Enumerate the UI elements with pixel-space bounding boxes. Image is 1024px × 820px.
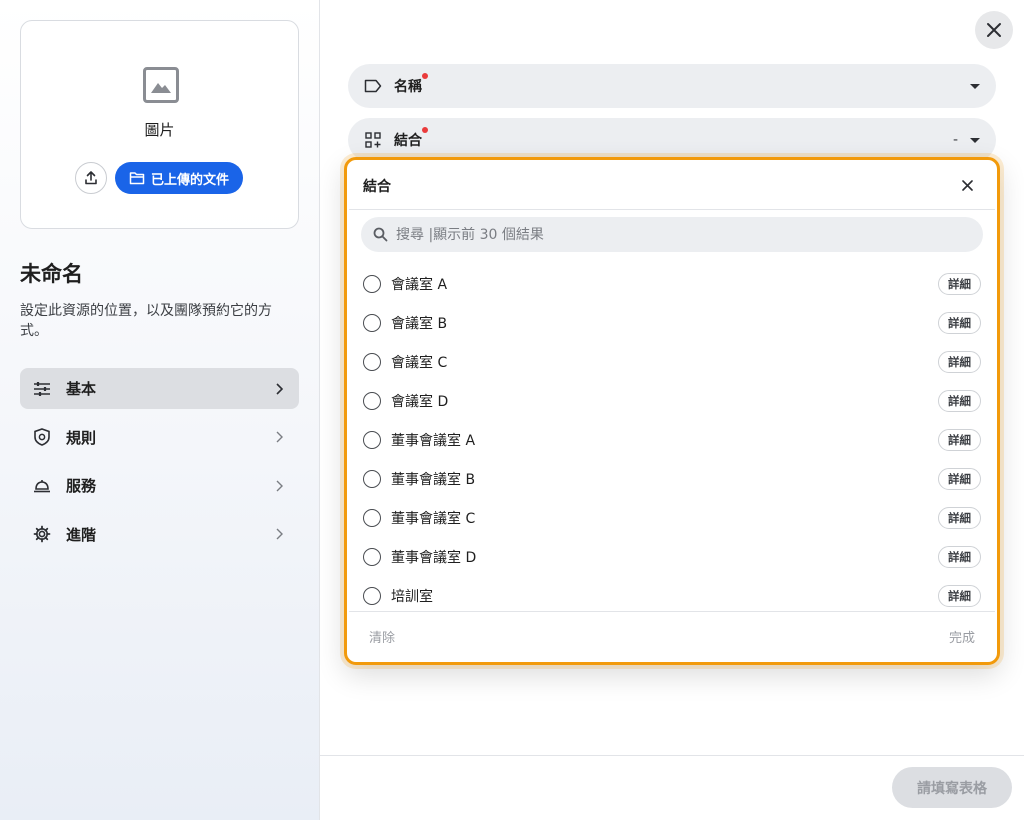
name-field[interactable]: 名稱	[348, 64, 996, 108]
list-item-label: 培訓室	[391, 588, 433, 605]
grid-add-icon	[364, 131, 382, 149]
nav-item-services[interactable]: 服務	[20, 465, 299, 506]
list-item[interactable]: 培訓室 詳細	[349, 576, 995, 615]
radio-button[interactable]	[363, 469, 381, 488]
footer-divider	[320, 755, 1024, 756]
detail-button[interactable]: 詳細	[938, 467, 981, 490]
nav-label: 服務	[66, 477, 97, 495]
detail-button[interactable]: 詳細	[938, 350, 981, 373]
list-item[interactable]: 會議室 C 詳細	[349, 342, 995, 381]
radio-button[interactable]	[363, 313, 381, 332]
combine-field-label: 結合	[394, 127, 428, 150]
close-icon	[961, 180, 973, 191]
detail-button[interactable]: 詳細	[938, 584, 981, 607]
chevron-right-icon	[271, 429, 287, 445]
list-item-label: 會議室 A	[391, 276, 448, 293]
list-item[interactable]: 董事會議室 A 詳細	[349, 420, 995, 459]
settings-nav: 基本 規則 服務 進階	[20, 368, 299, 562]
radio-button[interactable]	[363, 391, 381, 410]
upload-button[interactable]	[75, 162, 107, 194]
required-indicator	[422, 127, 428, 133]
submit-button[interactable]: 請填寫表格	[892, 767, 1012, 808]
clear-button[interactable]: 清除	[369, 627, 949, 646]
chevron-right-icon	[271, 478, 287, 494]
list-item[interactable]: 會議室 D 詳細	[349, 381, 995, 420]
detail-button[interactable]: 詳細	[938, 389, 981, 412]
popup-close-button[interactable]	[959, 178, 975, 194]
radio-button[interactable]	[363, 586, 381, 605]
nav-label: 進階	[66, 525, 97, 544]
chevron-right-icon	[271, 381, 287, 397]
resource-description: 設定此資源的位置，以及團隊預約它的方式。	[20, 303, 272, 339]
close-dialog-button[interactable]	[975, 11, 1013, 49]
name-field-label-text: 名稱	[394, 79, 422, 95]
name-field-label: 名稱	[394, 73, 428, 96]
shield-icon	[32, 427, 52, 447]
sliders-icon	[32, 379, 52, 399]
image-card: 圖片 已上傳的文件	[20, 20, 299, 229]
radio-button[interactable]	[363, 430, 381, 449]
nav-item-advanced[interactable]: 進階	[20, 514, 299, 555]
uploaded-files-label: 已上傳的文件	[151, 172, 230, 188]
upload-icon	[85, 171, 97, 185]
image-placeholder-icon	[143, 67, 179, 103]
detail-button[interactable]: 詳細	[938, 311, 981, 334]
detail-button[interactable]: 詳細	[938, 272, 981, 295]
popup-footer: 清除 完成	[349, 611, 995, 660]
popup-header: 結合	[349, 162, 995, 210]
dropdown-caret-icon	[970, 137, 980, 143]
combine-field-value: -	[952, 132, 958, 148]
search-bar	[361, 217, 983, 252]
search-input[interactable]	[396, 226, 971, 243]
list-item-label: 董事會議室 D	[391, 549, 477, 566]
nav-label: 規則	[66, 428, 97, 447]
left-panel: 圖片 已上傳的文件 未命名 設定此資源的位置，以及團隊預約它的方式。 基本 規則…	[0, 0, 320, 820]
radio-button[interactable]	[363, 352, 381, 371]
nav-item-basic[interactable]: 基本	[20, 368, 299, 409]
list-item[interactable]: 董事會議室 D 詳細	[349, 537, 995, 576]
list-item-label: 董事會議室 B	[391, 471, 476, 488]
uploaded-files-button[interactable]: 已上傳的文件	[115, 162, 244, 194]
dropdown-caret-icon	[970, 83, 980, 89]
combine-options-list: 會議室 A 詳細 會議室 B 詳細 會議室 C 詳細 會議室 D 詳細 董事會議室 A 詳細 董事會…	[349, 264, 995, 615]
nav-label: 基本	[66, 380, 97, 398]
radio-button[interactable]	[363, 274, 381, 293]
radio-button[interactable]	[363, 508, 381, 527]
popup-title: 結合	[363, 178, 391, 195]
detail-button[interactable]: 詳細	[938, 506, 981, 529]
done-button[interactable]: 完成	[949, 627, 975, 646]
service-bell-icon	[32, 476, 52, 496]
chevron-right-icon	[271, 526, 287, 542]
list-item[interactable]: 董事會議室 C 詳細	[349, 498, 995, 537]
list-item[interactable]: 會議室 B 詳細	[349, 303, 995, 342]
resource-title: 未命名	[20, 262, 83, 286]
search-icon	[373, 227, 388, 242]
list-item-label: 董事會議室 A	[391, 432, 476, 449]
detail-button[interactable]: 詳細	[938, 545, 981, 568]
tag-icon	[364, 77, 382, 95]
list-item-label: 會議室 B	[391, 315, 448, 332]
list-item[interactable]: 董事會議室 B 詳細	[349, 459, 995, 498]
detail-button[interactable]: 詳細	[938, 428, 981, 451]
gear-icon	[32, 524, 52, 544]
required-indicator	[422, 73, 428, 79]
combine-field[interactable]: 結合 -	[348, 118, 996, 162]
close-icon	[987, 23, 1001, 37]
list-item[interactable]: 會議室 A 詳細	[349, 264, 995, 303]
list-item-label: 會議室 D	[391, 393, 449, 410]
list-item-label: 會議室 C	[391, 354, 448, 371]
folder-icon	[129, 172, 145, 185]
radio-button[interactable]	[363, 547, 381, 566]
list-item-label: 董事會議室 C	[391, 510, 476, 527]
image-label: 圖片	[144, 121, 175, 139]
combine-popup: 結合 會議室 A詳細會議室 B詳細會議室 C詳細會議室 D詳細董事會議室 A詳細…	[349, 162, 995, 660]
nav-item-rules[interactable]: 規則	[20, 417, 299, 458]
combine-field-label-text: 結合	[394, 133, 422, 149]
